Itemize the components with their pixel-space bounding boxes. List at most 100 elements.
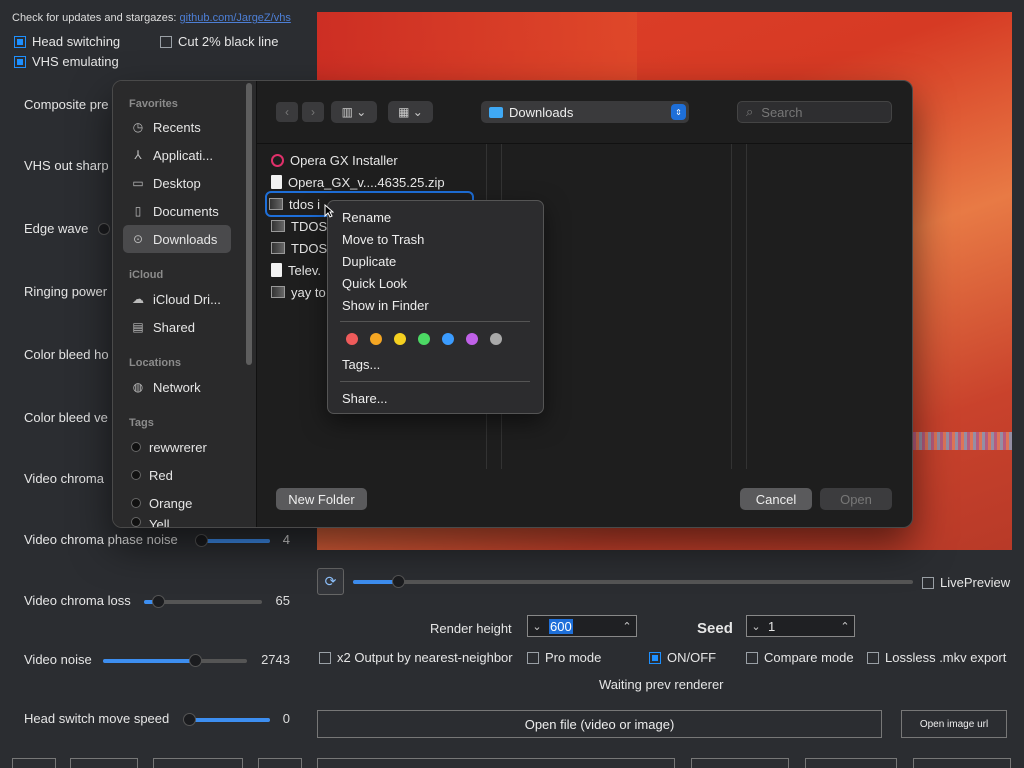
sidebar-item-applications[interactable]: ⅄ Applicati... — [123, 141, 231, 169]
tag-color-gray[interactable] — [490, 333, 502, 345]
bottom-button[interactable] — [913, 758, 1011, 768]
sidebar-item-shared[interactable]: ▤ Shared — [123, 313, 231, 341]
new-folder-button[interactable]: New Folder — [276, 488, 367, 510]
sidebar-scrollbar[interactable] — [246, 83, 252, 365]
pro-mode-checkbox[interactable]: Pro mode — [527, 650, 601, 665]
on-off-checkbox[interactable]: ON/OFF — [649, 650, 716, 665]
open-button[interactable]: Open — [820, 488, 892, 510]
chevron-down-icon[interactable]: ⌄ — [528, 620, 546, 633]
menu-item-share[interactable]: Share... — [342, 391, 388, 406]
group-button[interactable]: ▦ ⌄ — [388, 101, 433, 123]
refresh-icon: ⟳ — [324, 573, 337, 589]
checkbox-box[interactable] — [746, 651, 758, 664]
view-mode-button[interactable]: ▥ ⌄ — [331, 101, 377, 123]
path-selector[interactable]: Downloads ⇕ — [481, 101, 689, 123]
param-label: Video noise — [24, 652, 92, 667]
lossless-checkbox[interactable]: Lossless .mkv export — [867, 650, 1006, 665]
menu-item-move-to-trash[interactable]: Move to Trash — [342, 232, 424, 247]
sidebar-item-tag[interactable]: Yell — [123, 517, 231, 527]
sidebar-item-network[interactable]: ◍ Network — [123, 373, 231, 401]
checkbox-box[interactable] — [527, 651, 539, 664]
sidebar-item-label: iCloud Dri... — [153, 291, 221, 307]
refresh-button[interactable]: ⟳ — [317, 568, 344, 595]
sidebar-item-desktop[interactable]: ▭ Desktop — [123, 169, 231, 197]
file-name: tdos i — [289, 196, 321, 212]
bottom-button[interactable] — [317, 758, 675, 768]
search-input[interactable]: ⌕ Search — [737, 101, 892, 123]
open-image-url-button[interactable]: Open image url — [901, 710, 1007, 738]
column-divider[interactable] — [732, 144, 747, 469]
slider-knob[interactable] — [183, 713, 196, 726]
bottom-button[interactable] — [805, 758, 897, 768]
x2-output-checkbox[interactable]: x2 Output by nearest-neighbor — [319, 650, 513, 665]
sidebar-item-downloads[interactable]: ⊙ Downloads — [123, 225, 231, 253]
file-item[interactable]: yay to — [271, 281, 326, 303]
render-height-spinbox[interactable]: ⌄ 600 ⌃ — [527, 615, 637, 637]
checkbox-box[interactable] — [319, 651, 331, 664]
bottom-button[interactable] — [12, 758, 56, 768]
edge-wave-slider-knob[interactable] — [98, 223, 110, 235]
back-icon[interactable]: ‹ — [276, 102, 298, 122]
compare-mode-checkbox[interactable]: Compare mode — [746, 650, 854, 665]
menu-item-quick-look[interactable]: Quick Look — [342, 276, 407, 291]
tag-color-purple[interactable] — [466, 333, 478, 345]
menu-item-show-in-finder[interactable]: Show in Finder — [342, 298, 429, 313]
menu-separator — [340, 321, 530, 322]
head-switching-checkbox[interactable]: Head switching — [14, 34, 120, 49]
slider-knob[interactable] — [189, 654, 202, 667]
file-name: Telev. — [288, 262, 321, 278]
cut-black-line-checkbox[interactable]: Cut 2% black line — [160, 34, 278, 49]
timeline-slider[interactable] — [353, 575, 913, 588]
checkbox-box[interactable] — [649, 651, 661, 664]
sidebar-item-recents[interactable]: ◷ Recents — [123, 113, 231, 141]
tag-color-yellow[interactable] — [394, 333, 406, 345]
tag-color-red[interactable] — [346, 333, 358, 345]
checkbox-box[interactable] — [14, 55, 26, 68]
vhs-emulating-checkbox[interactable]: VHS emulating — [14, 54, 119, 69]
download-icon: ⊙ — [132, 232, 144, 246]
bottom-button[interactable] — [258, 758, 302, 768]
file-item[interactable]: TDOS — [271, 237, 327, 259]
menu-item-tags[interactable]: Tags... — [342, 357, 380, 372]
open-file-button[interactable]: Open file (video or image) — [317, 710, 882, 738]
slider-knob[interactable] — [195, 534, 208, 547]
chevron-down-icon[interactable]: ⌄ — [747, 620, 765, 633]
chroma-loss-slider[interactable] — [144, 595, 262, 608]
bottom-button[interactable] — [153, 758, 243, 768]
menu-item-duplicate[interactable]: Duplicate — [342, 254, 396, 269]
updates-link[interactable]: github.com/JargeZ/vhs — [180, 12, 291, 24]
sidebar-item-tag[interactable]: Red — [123, 461, 231, 489]
checkbox-box[interactable] — [922, 576, 934, 589]
file-name: yay to — [291, 284, 326, 300]
checkbox-box[interactable] — [14, 35, 26, 48]
checkbox-box[interactable] — [160, 35, 172, 48]
bottom-button[interactable] — [70, 758, 138, 768]
file-item[interactable]: Telev. — [271, 259, 321, 281]
file-item[interactable]: Opera_GX_v....4635.25.zip — [271, 171, 445, 193]
sidebar-item-documents[interactable]: ▯ Documents — [123, 197, 231, 225]
sidebar-item-label: Network — [153, 379, 201, 395]
tag-color-green[interactable] — [418, 333, 430, 345]
sidebar-item-icloud-drive[interactable]: ☁ iCloud Dri... — [123, 285, 231, 313]
sidebar-item-label: Red — [149, 467, 173, 483]
file-item[interactable]: TDOS — [271, 215, 327, 237]
chevron-up-icon[interactable]: ⌃ — [618, 620, 636, 633]
bottom-button[interactable] — [691, 758, 789, 768]
tag-color-orange[interactable] — [370, 333, 382, 345]
forward-icon[interactable]: › — [302, 102, 324, 122]
timeline-knob[interactable] — [392, 575, 405, 588]
slider-knob[interactable] — [152, 595, 165, 608]
tag-color-blue[interactable] — [442, 333, 454, 345]
render-height-value[interactable]: 600 — [549, 618, 573, 634]
chevron-up-icon[interactable]: ⌃ — [836, 620, 854, 633]
seed-value[interactable]: 1 — [765, 619, 836, 634]
cancel-button[interactable]: Cancel — [740, 488, 812, 510]
sidebar-item-tag[interactable]: rewwrerer — [123, 433, 231, 461]
video-noise-slider[interactable] — [103, 654, 247, 667]
menu-item-rename[interactable]: Rename — [342, 210, 391, 225]
file-item[interactable]: Opera GX Installer — [271, 149, 398, 171]
live-preview-checkbox[interactable]: LivePreview — [922, 575, 1010, 590]
checkbox-box[interactable] — [867, 651, 879, 664]
sidebar-item-tag[interactable]: Orange — [123, 489, 231, 517]
seed-spinbox[interactable]: ⌄ 1 ⌃ — [746, 615, 855, 637]
